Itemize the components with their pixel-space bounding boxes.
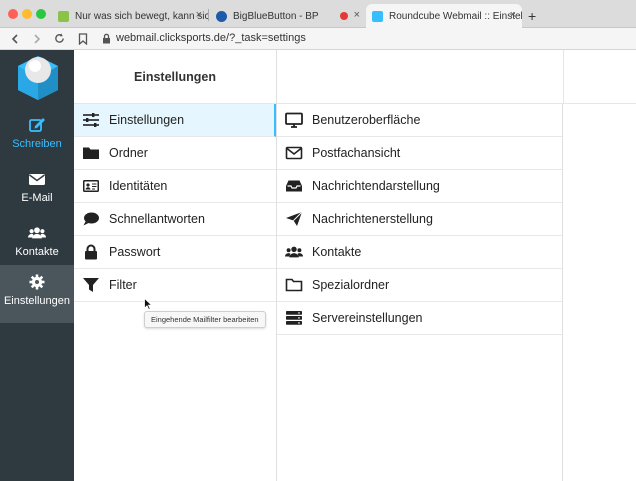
url-text[interactable]: webmail.clicksports.de/?_task=settings bbox=[116, 32, 306, 44]
settings-item-label: Identitäten bbox=[109, 179, 168, 193]
section-user-interface[interactable]: Benutzeroberfläche bbox=[277, 104, 562, 137]
nav-label: E-Mail bbox=[21, 192, 53, 204]
window-close-button[interactable] bbox=[8, 9, 18, 19]
nav-label: Kontakte bbox=[15, 246, 59, 258]
content-header bbox=[563, 50, 636, 104]
tab-close-icon[interactable]: × bbox=[196, 9, 202, 21]
browser-tab-bar: Nur was sich bewegt, kann sich × BigBlue… bbox=[0, 0, 636, 28]
tab-close-icon[interactable]: × bbox=[354, 9, 360, 21]
settings-item-label: Filter bbox=[109, 278, 137, 292]
inbox-icon bbox=[286, 180, 302, 192]
mouse-cursor-icon bbox=[144, 298, 153, 310]
section-mailbox-view[interactable]: Postfachansicht bbox=[277, 137, 562, 170]
back-icon[interactable] bbox=[10, 34, 20, 44]
settings-item-preferences[interactable]: Einstellungen bbox=[74, 104, 276, 137]
reload-icon[interactable] bbox=[54, 33, 65, 44]
roundcube-app: Schreiben E-Mail Kontakte Einstellungen … bbox=[0, 50, 636, 481]
sliders-icon bbox=[83, 113, 99, 127]
nav-mail[interactable]: E-Mail bbox=[0, 162, 74, 218]
roundcube-favicon-icon bbox=[372, 10, 383, 22]
settings-header: Einstellungen bbox=[74, 50, 276, 104]
settings-item-identities[interactable]: Identitäten bbox=[74, 170, 276, 203]
section-label: Nachrichtenerstellung bbox=[312, 212, 433, 226]
nav-contacts[interactable]: Kontakte bbox=[0, 216, 74, 272]
section-label: Nachrichtendarstellung bbox=[312, 179, 440, 193]
tab-title: Roundcube Webmail :: Einstellun bbox=[389, 10, 522, 22]
address-bar: webmail.clicksports.de/?_task=settings bbox=[0, 28, 636, 50]
monitor-icon bbox=[285, 112, 303, 128]
lock-icon[interactable] bbox=[102, 33, 111, 44]
settings-item-responses[interactable]: Schnellantworten bbox=[74, 203, 276, 236]
tab-title: Nur was sich bewegt, kann sich bbox=[75, 10, 208, 22]
settings-item-label: Einstellungen bbox=[109, 113, 185, 127]
bookmark-icon[interactable] bbox=[78, 33, 88, 45]
browser-tab-2[interactable]: BigBlueButton - BP × bbox=[210, 4, 366, 28]
settings-item-filter[interactable]: Filter bbox=[74, 269, 276, 302]
settings-item-label: Schnellantworten bbox=[109, 212, 205, 226]
filter-icon bbox=[83, 278, 99, 292]
section-composing-messages[interactable]: Nachrichtenerstellung bbox=[277, 203, 562, 236]
gear-icon bbox=[29, 274, 45, 290]
section-label: Postfachansicht bbox=[312, 146, 401, 160]
tab-close-icon[interactable]: × bbox=[510, 9, 516, 21]
envelope-outline-icon bbox=[285, 146, 303, 160]
settings-item-label: Passwort bbox=[109, 245, 161, 259]
section-displaying-messages[interactable]: Nachrichtendarstellung bbox=[277, 170, 562, 203]
nav-settings[interactable]: Einstellungen bbox=[0, 265, 74, 323]
forward-icon[interactable] bbox=[32, 34, 42, 44]
browser-tab-1[interactable]: Nur was sich bewegt, kann sich × bbox=[52, 4, 208, 28]
sections-header bbox=[277, 50, 563, 104]
compose-icon bbox=[29, 118, 45, 132]
nav-compose[interactable]: Schreiben bbox=[0, 108, 74, 164]
folder-outline-icon bbox=[285, 278, 303, 292]
users-icon bbox=[285, 246, 303, 258]
comment-icon bbox=[83, 212, 99, 226]
new-tab-button[interactable]: + bbox=[528, 8, 536, 24]
section-special-folders[interactable]: Spezialordner bbox=[277, 269, 562, 302]
section-contacts[interactable]: Kontakte bbox=[277, 236, 562, 269]
nav-label: Einstellungen bbox=[3, 295, 71, 307]
site-favicon-icon bbox=[58, 10, 69, 22]
bigbluebutton-favicon-icon bbox=[216, 10, 227, 22]
settings-item-folders[interactable]: Ordner bbox=[74, 137, 276, 170]
roundcube-logo-icon bbox=[18, 56, 58, 100]
window-minimize-button[interactable] bbox=[22, 9, 32, 19]
preferences-sections: Benutzeroberfläche Postfachansicht Nachr… bbox=[277, 104, 563, 481]
section-server-settings[interactable]: Servereinstellungen bbox=[277, 302, 562, 335]
settings-sidebar: Einstellungen Einstellungen Ordner Ident… bbox=[74, 50, 277, 481]
window-zoom-button[interactable] bbox=[36, 9, 46, 19]
main-navigation: Schreiben E-Mail Kontakte Einstellungen bbox=[0, 50, 74, 481]
recording-indicator-icon bbox=[340, 12, 348, 20]
server-icon bbox=[286, 311, 302, 325]
folder-icon bbox=[83, 147, 99, 159]
envelope-icon bbox=[29, 174, 45, 185]
browser-tab-3[interactable]: Roundcube Webmail :: Einstellun × bbox=[366, 4, 522, 28]
tab-divider bbox=[208, 9, 209, 21]
section-label: Spezialordner bbox=[312, 278, 390, 292]
id-card-icon bbox=[83, 180, 99, 192]
lock-icon bbox=[85, 244, 97, 260]
section-label: Servereinstellungen bbox=[312, 311, 423, 325]
tab-title: BigBlueButton - BP bbox=[233, 10, 319, 22]
filter-tooltip: Eingehende Mailfilter bearbeiten bbox=[144, 311, 266, 328]
users-icon bbox=[28, 227, 46, 239]
section-label: Kontakte bbox=[312, 245, 362, 259]
nav-label: Schreiben bbox=[12, 138, 62, 150]
settings-item-label: Ordner bbox=[109, 146, 148, 160]
section-label: Benutzeroberfläche bbox=[312, 113, 421, 127]
settings-item-password[interactable]: Passwort bbox=[74, 236, 276, 269]
paper-plane-icon bbox=[286, 211, 303, 226]
